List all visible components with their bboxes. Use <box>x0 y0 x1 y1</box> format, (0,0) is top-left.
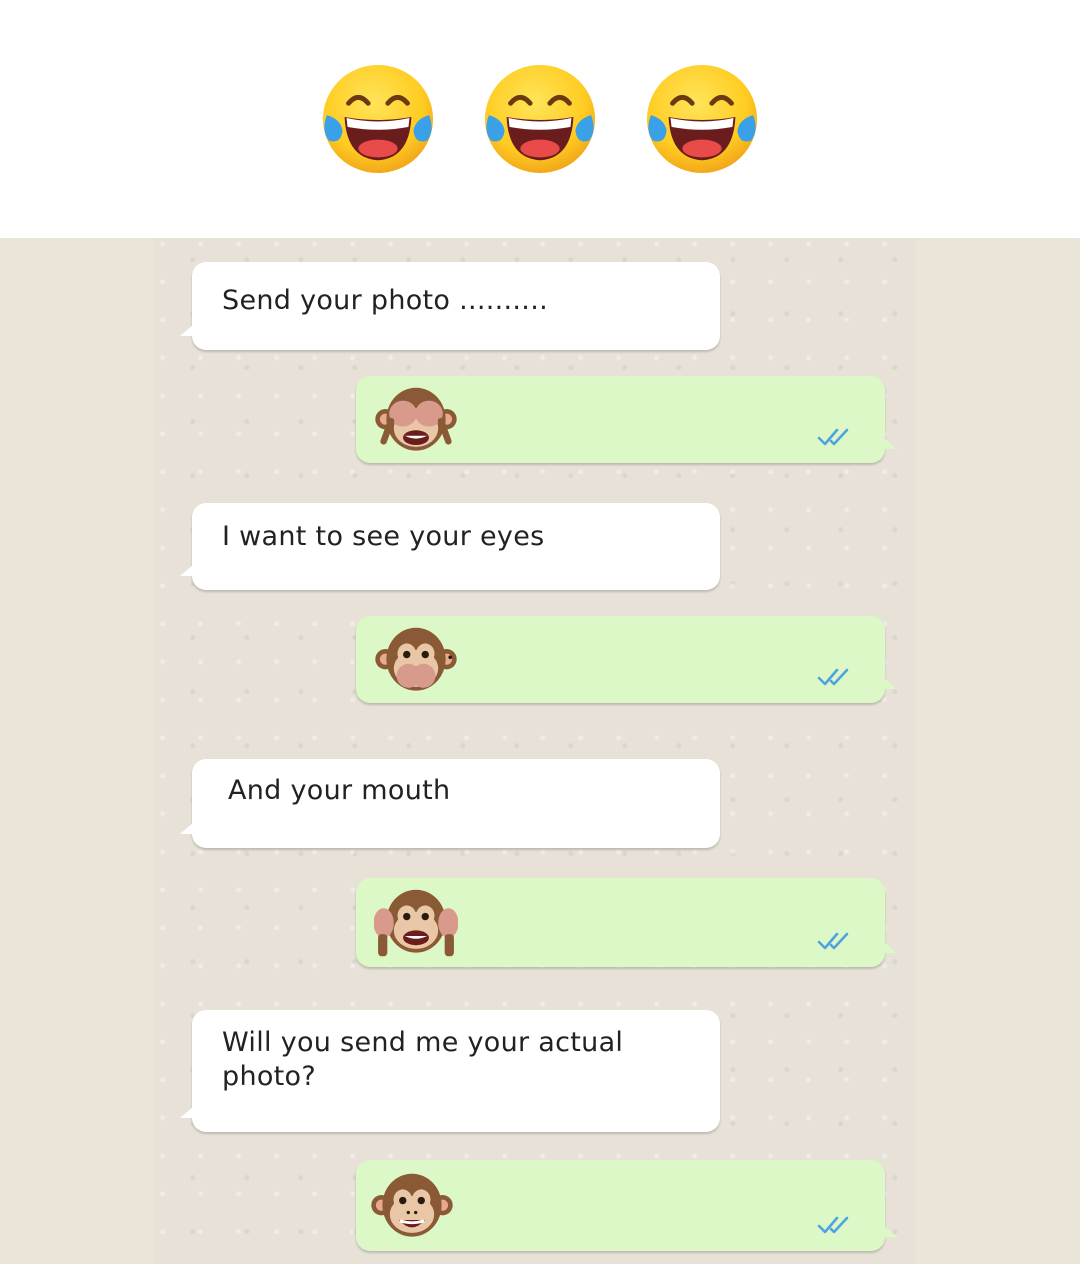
speak-no-evil-monkey-icon <box>372 624 460 698</box>
outgoing-message[interactable] <box>356 878 897 967</box>
incoming-message[interactable]: I want to see your eyes <box>180 503 720 590</box>
face-with-tears-of-joy-icon <box>643 62 761 176</box>
face-with-tears-of-joy-icon <box>481 62 599 176</box>
see-no-evil-monkey-icon <box>374 384 458 458</box>
read-receipt-icon <box>817 427 857 447</box>
header-emoji-row <box>0 0 1080 238</box>
incoming-message[interactable]: Send your photo .......... <box>180 262 720 350</box>
monkey-face-icon <box>370 1170 454 1244</box>
outgoing-message[interactable] <box>356 616 897 703</box>
read-receipt-icon <box>817 667 857 687</box>
outgoing-message[interactable] <box>356 376 897 463</box>
incoming-message[interactable]: Will you send me your actual photo? <box>180 1010 720 1132</box>
message-text: Send your photo .......... <box>222 285 548 316</box>
read-receipt-icon <box>817 931 857 951</box>
face-with-tears-of-joy-icon <box>319 62 437 176</box>
hear-no-evil-monkey-icon <box>374 886 458 957</box>
message-text: Will you send me your actual photo? <box>222 1027 624 1092</box>
outgoing-message[interactable] <box>356 1160 897 1251</box>
message-text: And your mouth <box>228 775 451 806</box>
read-receipt-icon <box>817 1215 857 1235</box>
chat-screenshot: Send your photo .......... I want to see… <box>155 238 916 1264</box>
incoming-message[interactable]: And your mouth <box>180 759 720 848</box>
message-text: I want to see your eyes <box>222 521 545 552</box>
